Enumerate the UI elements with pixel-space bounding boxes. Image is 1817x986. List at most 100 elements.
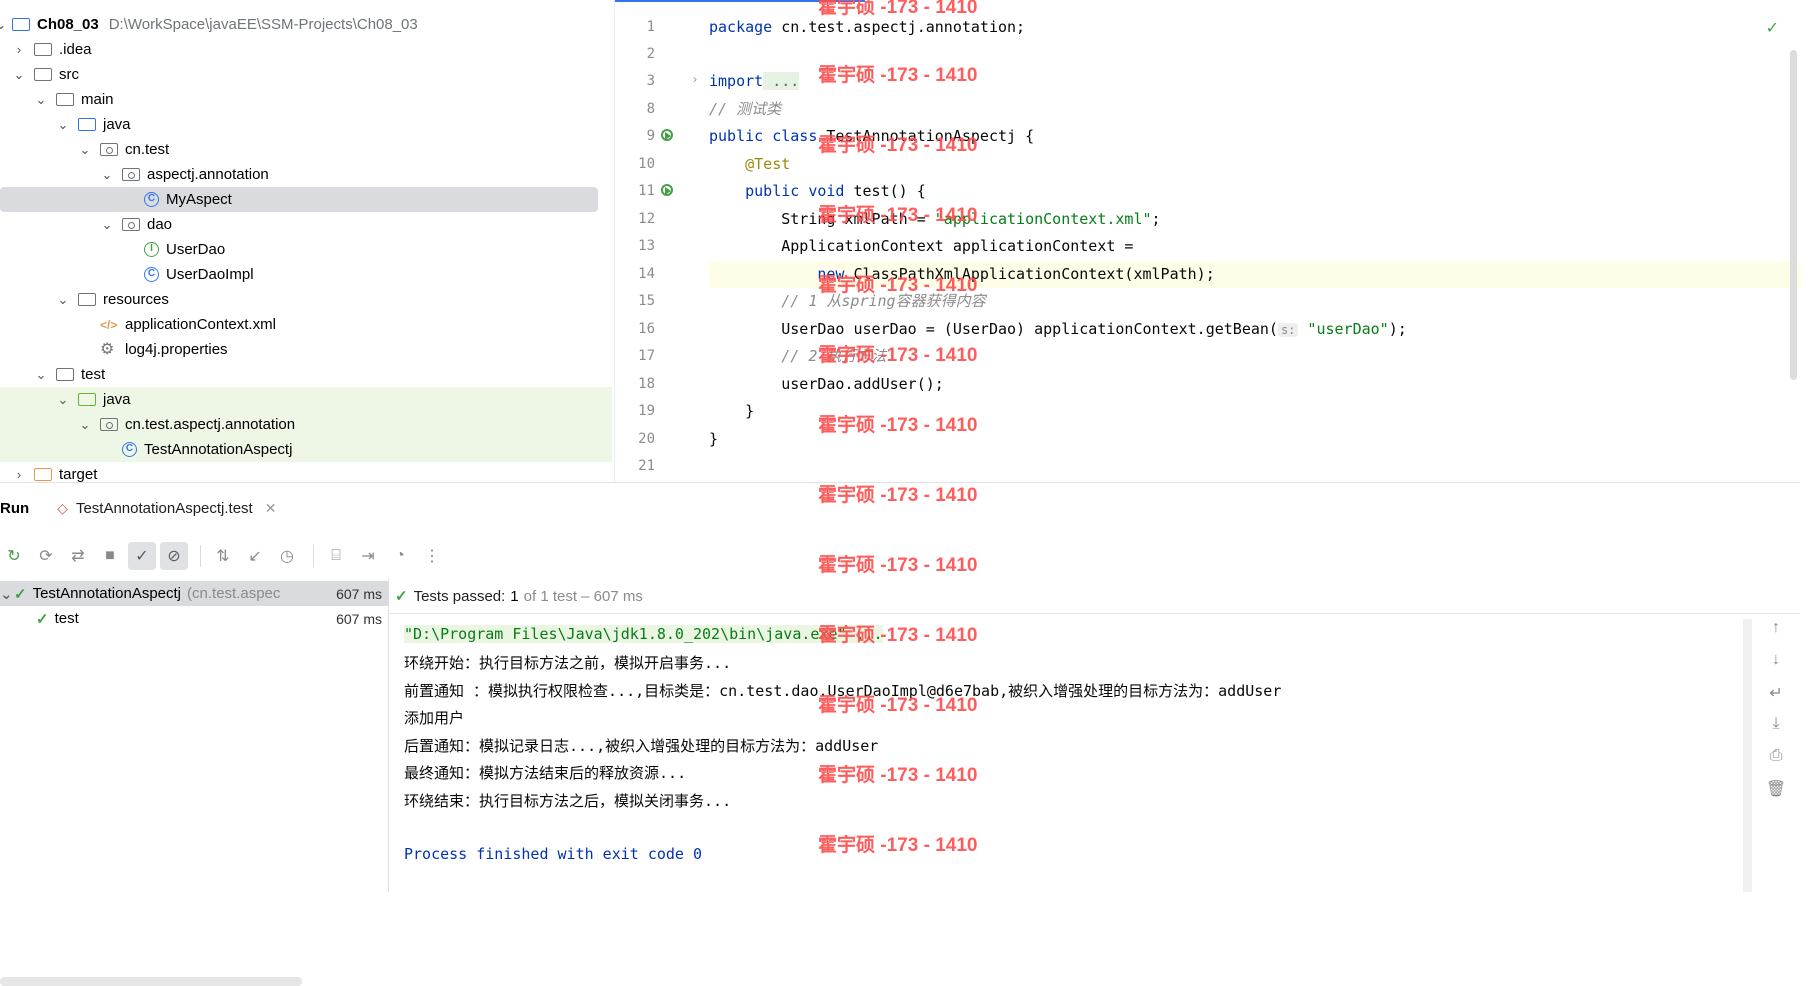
source-folder-icon bbox=[78, 118, 96, 131]
tree-item[interactable]: ⌄ java bbox=[0, 387, 612, 412]
arrow-up-icon[interactable]: ↑ bbox=[1761, 619, 1791, 651]
console-output[interactable]: ✓ Tests passed: 1 of 1 test – 607 ms "D:… bbox=[389, 579, 1800, 892]
chevron-down-icon[interactable]: ⌄ bbox=[56, 117, 70, 133]
folded-imports[interactable]: ... bbox=[763, 72, 800, 90]
editor-scrollbar[interactable] bbox=[1790, 50, 1797, 380]
tree-item[interactable]: ⌄ resources bbox=[0, 287, 612, 312]
run-tab[interactable]: ◇ TestAnnotationAspectj.test ✕ bbox=[57, 500, 276, 517]
line-number: 3 bbox=[646, 73, 655, 89]
inspection-ok-icon[interactable]: ✓ bbox=[1766, 18, 1779, 38]
tree-item[interactable]: ⌄ dao bbox=[0, 212, 612, 237]
tree-item[interactable]: C UserDaoImpl bbox=[0, 262, 612, 287]
folder-icon bbox=[34, 68, 52, 81]
show-passed-icon[interactable]: ✓ bbox=[128, 542, 156, 570]
line-number: 14 bbox=[638, 266, 655, 282]
tree-item[interactable]: ⌄ cn.test bbox=[0, 137, 612, 162]
tree-item-label: log4j.properties bbox=[125, 341, 228, 358]
project-tree-panel: ⌄ Ch08_03 D:\WorkSpace\javaEE\SSM-Projec… bbox=[0, 0, 612, 482]
tree-item[interactable]: </> applicationContext.xml bbox=[0, 312, 612, 337]
arrow-down-icon[interactable]: ↓ bbox=[1761, 651, 1791, 683]
coverage-icon[interactable]: ◔ bbox=[386, 542, 414, 570]
console-line: 后置通知：模拟记录日志...,被织入增强处理的目标方法为：addUser bbox=[404, 737, 879, 755]
code-line-20: } bbox=[709, 430, 719, 448]
line-number: 11 bbox=[638, 183, 655, 199]
console-line: 前置通知 ：模拟执行权限检查...,目标类是：cn.test.dao.UserD… bbox=[404, 682, 1282, 700]
chevron-down-icon[interactable]: ⌄ bbox=[12, 67, 26, 83]
tree-item[interactable]: C MyAspect bbox=[0, 187, 598, 212]
line-number: 16 bbox=[638, 321, 655, 337]
fold-expand-icon[interactable]: › bbox=[693, 72, 697, 86]
chevron-down-icon[interactable]: ⌄ bbox=[100, 167, 114, 183]
run-class-gutter-icon[interactable] bbox=[661, 129, 677, 145]
rerun-icon[interactable]: ↻ bbox=[0, 542, 28, 570]
chevron-down-icon[interactable]: ⌄ bbox=[0, 17, 8, 33]
test-case-row[interactable]: ✓ test 607 ms bbox=[0, 606, 388, 631]
tree-item-label: java bbox=[103, 116, 131, 133]
tree-horizontal-scrollbar[interactable] bbox=[0, 977, 302, 986]
code-line-12: String xmlPath = "applicationContext.xml… bbox=[709, 210, 1161, 228]
test-results-tree: ⌄ ✓ TestAnnotationAspectj (cn.test.aspec… bbox=[0, 579, 389, 986]
tree-item-label: cn.test.aspectj.annotation bbox=[125, 416, 296, 433]
chevron-right-icon[interactable]: › bbox=[12, 467, 26, 482]
camera-icon[interactable]: ⌸ bbox=[322, 542, 350, 570]
code-line-11: public void test() { bbox=[709, 182, 926, 200]
chevron-down-icon[interactable]: ⌄ bbox=[0, 585, 14, 603]
show-ignored-icon[interactable]: ⊘ bbox=[160, 542, 188, 570]
print-icon[interactable]: ⎙ bbox=[1761, 747, 1791, 779]
tree-item[interactable]: C TestAnnotationAspectj bbox=[0, 437, 612, 462]
chevron-down-icon[interactable]: ⌄ bbox=[56, 392, 70, 408]
parameter-hint: s: bbox=[1277, 323, 1299, 337]
scroll-to-end-icon[interactable]: ⤓ bbox=[1761, 715, 1791, 747]
chevron-down-icon[interactable]: ⌄ bbox=[34, 367, 48, 383]
close-icon[interactable]: ✕ bbox=[265, 500, 277, 517]
more-options-icon[interactable]: ⋮ bbox=[418, 542, 446, 570]
xml-file-icon: </> bbox=[100, 317, 118, 332]
toggle-auto-test-icon[interactable]: ⇄ bbox=[64, 542, 92, 570]
tree-item-label: dao bbox=[147, 216, 173, 233]
sort-icon[interactable]: ⇅ bbox=[209, 542, 237, 570]
tree-item[interactable]: I UserDao bbox=[0, 237, 612, 262]
run-test-gutter-icon[interactable] bbox=[661, 184, 677, 200]
chevron-right-icon[interactable]: › bbox=[12, 42, 26, 57]
stop-icon[interactable]: ■ bbox=[96, 542, 124, 570]
chevron-down-icon[interactable]: ⌄ bbox=[100, 217, 114, 233]
chevron-down-icon[interactable]: ⌄ bbox=[78, 142, 92, 158]
import-icon[interactable]: ⇥ bbox=[354, 542, 382, 570]
toolbar-separator bbox=[313, 545, 314, 567]
suite-name: TestAnnotationAspectj bbox=[32, 585, 182, 602]
console-line: 添加用户 bbox=[404, 709, 465, 727]
code-line-9: public class TestAnnotationAspectj { bbox=[709, 127, 1035, 145]
history-icon[interactable]: ◷ bbox=[273, 542, 301, 570]
tree-item-label: .idea bbox=[59, 41, 92, 58]
tree-item[interactable]: ⌄ main bbox=[0, 87, 612, 112]
tree-item[interactable]: ⌄ cn.test.aspectj.annotation bbox=[0, 412, 612, 437]
test-suite-row[interactable]: ⌄ ✓ TestAnnotationAspectj (cn.test.aspec… bbox=[0, 581, 388, 606]
run-window-title: Run bbox=[0, 499, 30, 517]
tree-item[interactable]: › target bbox=[0, 462, 612, 482]
code-line-18: userDao.addUser(); bbox=[709, 375, 944, 393]
chevron-down-icon[interactable]: ⌄ bbox=[78, 417, 92, 433]
tree-item[interactable]: ⌄ src bbox=[0, 62, 612, 87]
chevron-down-icon[interactable]: ⌄ bbox=[34, 92, 48, 108]
chevron-down-icon[interactable]: ⌄ bbox=[56, 292, 70, 308]
trash-icon[interactable]: 🗑 bbox=[1761, 779, 1791, 811]
tree-item[interactable]: ⚙ log4j.properties bbox=[0, 337, 612, 362]
collapse-icon[interactable]: ↙ bbox=[241, 542, 269, 570]
passed-check-icon: ✓ bbox=[36, 610, 49, 628]
code-editor[interactable]: 1 2 3 8 9 10 11 12 13 14 15 16 17 18 19 20 21 › package … bbox=[614, 0, 1801, 482]
folder-icon bbox=[56, 368, 74, 381]
module-folder-icon bbox=[12, 18, 30, 31]
code-line-14: new ClassPathXmlApplicationContext(xmlPa… bbox=[709, 265, 1215, 283]
package-icon bbox=[100, 418, 118, 431]
rerun-failed-icon[interactable]: ⟳ bbox=[32, 542, 60, 570]
tree-item[interactable]: ⌄ test bbox=[0, 362, 612, 387]
passed-check-icon: ✓ bbox=[14, 585, 27, 603]
tree-item[interactable]: ⌄ java bbox=[0, 112, 612, 137]
test-config-icon: ◇ bbox=[57, 499, 68, 516]
tree-item[interactable]: › .idea bbox=[0, 37, 612, 62]
tree-item[interactable]: ⌄ aspectj.annotation bbox=[0, 162, 612, 187]
tree-root[interactable]: ⌄ Ch08_03 D:\WorkSpace\javaEE\SSM-Projec… bbox=[0, 12, 612, 37]
console-line: 环绕结束：执行目标方法之后，模拟关闭事务... bbox=[404, 792, 732, 810]
soft-wrap-icon[interactable]: ↵ bbox=[1761, 683, 1791, 715]
console-scrollbar[interactable] bbox=[1743, 619, 1752, 892]
